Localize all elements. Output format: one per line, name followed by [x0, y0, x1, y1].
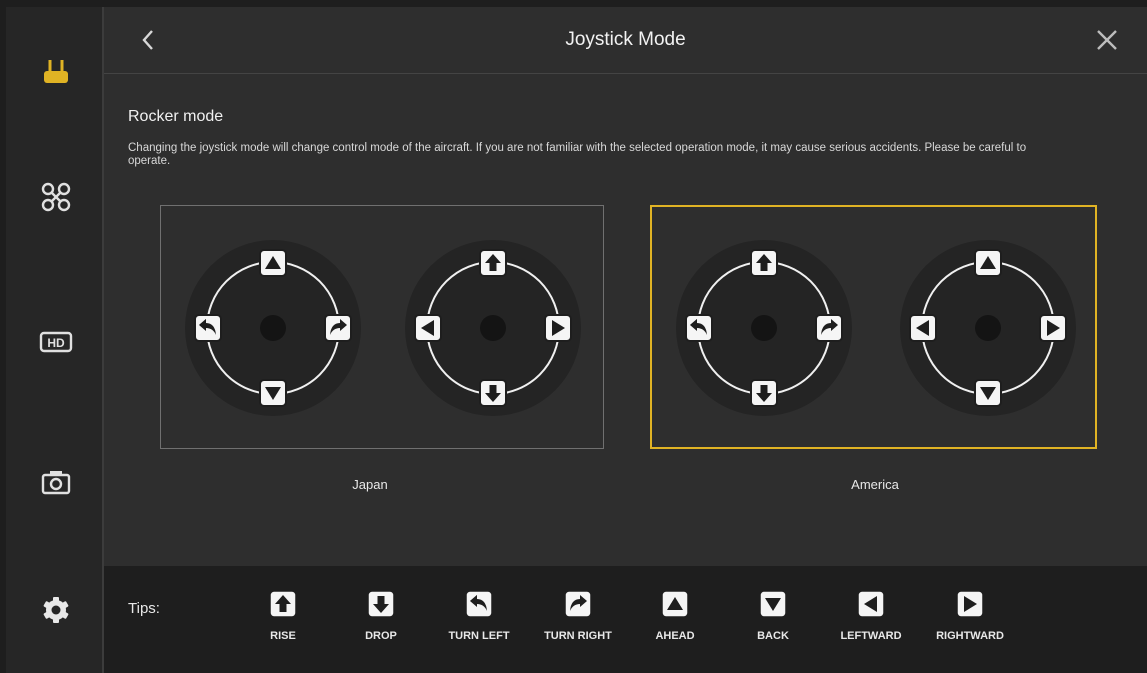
ahead-icon [661, 590, 689, 618]
turn-right-icon [324, 314, 352, 342]
leftward-icon [909, 314, 937, 342]
mode-label-america: America [851, 477, 899, 492]
left-stick-diagram [674, 238, 854, 418]
tip-label: LEFTWARD [840, 630, 902, 642]
rightward-icon [956, 590, 984, 618]
warning-text: Changing the joystick mode will change c… [128, 142, 1027, 167]
back-icon [259, 379, 287, 407]
section-title: Rocker mode [128, 108, 224, 125]
mode-option-america[interactable] [650, 205, 1097, 449]
leftward-icon [857, 590, 885, 618]
tip-rightward: RIGHTWARD [925, 590, 1015, 642]
right-stick-diagram [403, 238, 583, 418]
turn-left-icon [685, 314, 713, 342]
drop-icon [479, 379, 507, 407]
tip-label: RIGHTWARD [936, 630, 1004, 642]
tip-back: BACK [728, 590, 818, 642]
rise-icon [750, 249, 778, 277]
gear-icon [43, 597, 69, 623]
tip-label: TURN LEFT [448, 630, 510, 642]
sidebar-item-remote-controller[interactable] [36, 52, 76, 92]
close-button[interactable] [1094, 27, 1120, 53]
tip-ahead: AHEAD [630, 590, 720, 642]
remote-controller-icon [44, 60, 68, 83]
rise-icon [479, 249, 507, 277]
leftward-icon [414, 314, 442, 342]
ahead-icon [259, 249, 287, 277]
leftward-icon [857, 590, 885, 618]
rise-icon [269, 590, 297, 618]
sidebar-item-aircraft[interactable] [36, 177, 76, 217]
drop-icon [367, 590, 395, 618]
tip-label: RISE [270, 630, 296, 642]
right-stick-diagram [898, 238, 1078, 418]
drop-icon [750, 379, 778, 407]
mode-option-japan[interactable] [160, 205, 604, 449]
drone-icon [41, 182, 71, 212]
tip-leftward: LEFTWARD [826, 590, 916, 642]
back-icon [974, 379, 1002, 407]
camera-icon [41, 471, 71, 495]
tip-turn-left: TURN LEFT [434, 590, 524, 642]
ahead-icon [661, 590, 689, 618]
rightward-icon [544, 314, 572, 342]
turn-left-icon [465, 590, 493, 618]
tip-label: AHEAD [655, 630, 695, 642]
rise-icon [269, 590, 297, 618]
rightward-icon [956, 590, 984, 618]
tip-label: BACK [757, 630, 789, 642]
rightward-icon [1039, 314, 1067, 342]
left-stick-diagram [183, 238, 363, 418]
turn-left-icon [194, 314, 222, 342]
back-icon [759, 590, 787, 618]
stick-center [751, 315, 777, 341]
sidebar-item-hd-transmission[interactable]: HD [36, 322, 76, 362]
stick-center [480, 315, 506, 341]
header: Joystick Mode [104, 7, 1147, 74]
hd-transmission-icon: HD [39, 331, 73, 353]
close-icon [1097, 30, 1117, 50]
page-title: Joystick Mode [565, 29, 686, 50]
stick-center [975, 315, 1001, 341]
sidebar-item-settings[interactable] [36, 590, 76, 630]
back-icon [759, 590, 787, 618]
sidebar-item-camera[interactable] [36, 462, 76, 502]
tip-label: TURN RIGHT [544, 630, 612, 642]
tip-rise: RISE [238, 590, 328, 642]
hd-icon-text: HD [47, 336, 65, 350]
sidebar: HD [6, 7, 102, 673]
mode-label-japan: Japan [352, 477, 388, 492]
turn-right-icon [564, 590, 592, 618]
tip-label: DROP [365, 630, 397, 642]
drop-icon [367, 590, 395, 618]
stick-center [260, 315, 286, 341]
tips-label: Tips: [128, 600, 160, 617]
turn-right-icon [815, 314, 843, 342]
tip-drop: DROP [336, 590, 426, 642]
ahead-icon [974, 249, 1002, 277]
turn-right-icon [564, 590, 592, 618]
tip-turn-right: TURN RIGHT [533, 590, 623, 642]
turn-left-icon [465, 590, 493, 618]
